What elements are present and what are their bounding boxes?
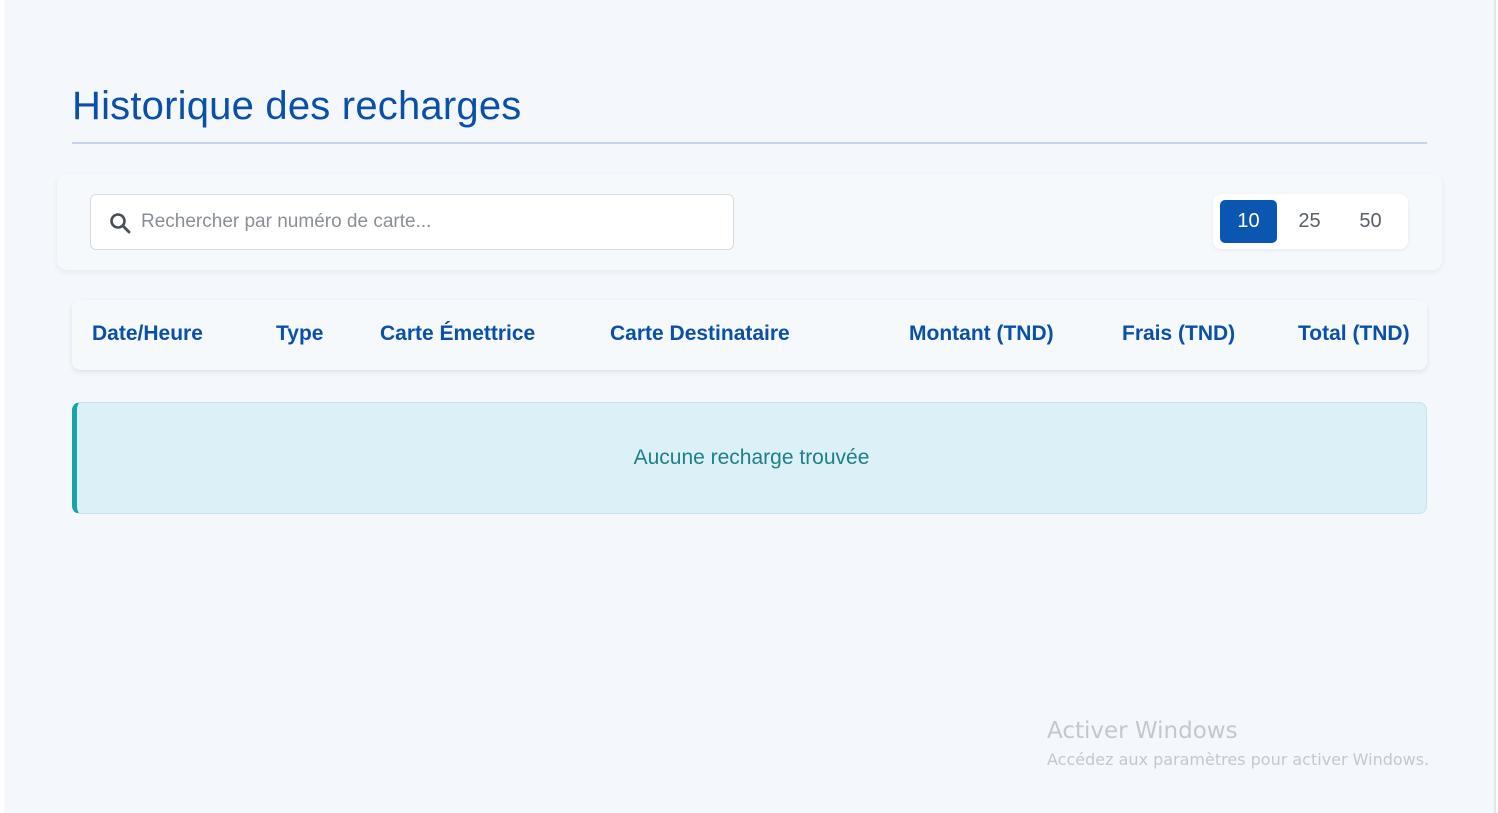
page-size-50-button[interactable]: 50 <box>1342 200 1399 243</box>
search-box[interactable] <box>90 194 734 250</box>
page-container: Historique des recharges 10 25 50 Date/H… <box>4 0 1496 813</box>
windows-activation-watermark: Activer Windows Accédez aux paramètres p… <box>1047 715 1429 773</box>
empty-state-message: Aucune recharge trouvée <box>633 446 870 469</box>
search-input[interactable] <box>141 207 711 237</box>
watermark-title: Activer Windows <box>1047 718 1238 744</box>
watermark-subtitle: Accédez aux paramètres pour activer Wind… <box>1047 750 1430 769</box>
column-header-date[interactable]: Date/Heure <box>92 322 203 346</box>
column-header-amount[interactable]: Montant (TND) <box>909 322 1054 346</box>
page-size-25-button[interactable]: 25 <box>1281 200 1338 243</box>
filter-toolbar: 10 25 50 <box>57 174 1442 270</box>
column-header-source-card[interactable]: Carte Émettrice <box>380 322 535 346</box>
column-header-total[interactable]: Total (TND) <box>1298 322 1410 346</box>
empty-state-alert: Aucune recharge trouvée <box>72 402 1427 514</box>
column-header-destination-card[interactable]: Carte Destinataire <box>610 322 790 346</box>
page-size-selector: 10 25 50 <box>1213 194 1408 249</box>
table-header: Date/Heure Type Carte Émettrice Carte De… <box>72 300 1427 370</box>
page-size-10-button[interactable]: 10 <box>1220 200 1277 243</box>
search-icon <box>110 213 131 234</box>
title-divider <box>72 142 1427 144</box>
page-title: Historique des recharges <box>72 84 522 128</box>
column-header-fees[interactable]: Frais (TND) <box>1122 322 1235 346</box>
column-header-type[interactable]: Type <box>276 322 323 346</box>
